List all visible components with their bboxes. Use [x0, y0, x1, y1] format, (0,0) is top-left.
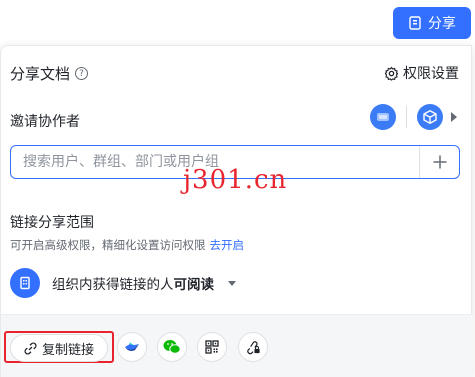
link-scope-description: 可开启高级权限，精细化设置访问权限 去开启 — [10, 237, 244, 253]
panel-title: 分享文档 ? — [10, 63, 89, 84]
share-panel: 分享文档 ? 权限设置 邀请协作者 搜索用户、群组、部门或用户组 链接分享范围 … — [0, 45, 473, 377]
app-integration-button[interactable] — [417, 104, 443, 130]
link-scope-selector[interactable]: 组织内获得链接的人可阅读 — [10, 268, 236, 298]
collaborator-avatar[interactable] — [370, 104, 396, 130]
link-scope-prefix: 组织内获得链接的人 — [52, 277, 174, 293]
copy-link-label: 复制链接 — [41, 342, 94, 358]
top-bar: 分享 — [0, 0, 475, 42]
link-icon — [24, 341, 37, 355]
link-scope-label: 链接分享范围 — [10, 215, 94, 231]
invite-app-icons — [370, 104, 457, 130]
chevron-down-icon — [228, 280, 236, 286]
add-collaborator-button[interactable] — [419, 146, 459, 178]
divider — [406, 106, 407, 128]
share-to-lark-button[interactable] — [117, 332, 147, 362]
permission-settings-button[interactable]: 权限设置 — [384, 63, 459, 83]
gear-icon — [384, 66, 399, 81]
doc-icon — [409, 16, 421, 30]
share-to-wechat-button[interactable] — [157, 332, 187, 362]
enable-advanced-permission-link[interactable]: 去开启 — [210, 238, 245, 252]
link-scope-description-text: 可开启高级权限，精细化设置访问权限 — [10, 238, 206, 252]
panel-title-text: 分享文档 — [10, 65, 71, 83]
help-icon[interactable]: ? — [75, 67, 89, 80]
link-scope-level: 可阅读 — [173, 277, 215, 293]
wechat-icon — [163, 340, 181, 354]
expand-arrow-icon[interactable] — [451, 112, 457, 122]
qr-code-icon — [205, 340, 219, 354]
plus-icon — [433, 155, 446, 169]
share-button-label: 分享 — [428, 16, 456, 32]
share-actions-bar: 复制链接 — [1, 314, 473, 377]
lock-link-icon — [246, 340, 260, 354]
cube-icon — [423, 110, 437, 124]
link-permission-button[interactable] — [238, 332, 268, 362]
invite-collaborators-label: 邀请协作者 — [10, 114, 80, 130]
link-scope-text: 组织内获得链接的人可阅读 — [52, 273, 214, 293]
permission-settings-label: 权限设置 — [403, 66, 459, 82]
lark-icon — [377, 113, 389, 121]
lark-bird-icon — [125, 342, 139, 351]
copy-link-button[interactable]: 复制链接 — [10, 334, 108, 362]
qr-code-button[interactable] — [197, 332, 227, 362]
share-button[interactable]: 分享 — [393, 7, 471, 39]
organization-icon — [10, 268, 40, 298]
search-input[interactable] — [11, 146, 419, 178]
search-box — [10, 145, 460, 179]
